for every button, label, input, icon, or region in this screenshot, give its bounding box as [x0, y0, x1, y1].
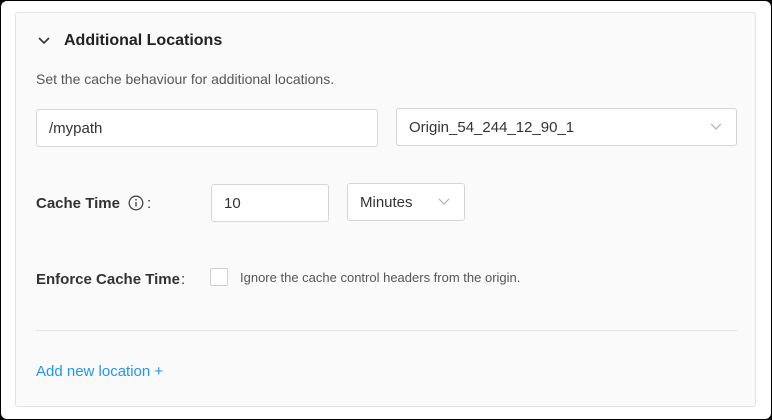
enforce-cache-time-colon: :: [180, 270, 186, 288]
cache-time-unit-value: Minutes: [360, 193, 413, 211]
divider: [36, 330, 737, 331]
section-title: Additional Locations: [64, 32, 223, 49]
cache-time-unit-select[interactable]: Minutes: [347, 183, 465, 221]
enforce-cache-time-label: Enforce Cache Time :: [36, 268, 185, 290]
enforce-cache-time-label-text: Enforce Cache Time: [36, 270, 180, 288]
chevron-down-icon: [438, 198, 450, 206]
cache-time-input[interactable]: 10: [211, 184, 329, 222]
additional-locations-panel: Additional Locations Set the cache behav…: [15, 12, 756, 407]
cache-time-label: Cache Time :: [36, 192, 151, 214]
cache-time-label-text: Cache Time: [36, 194, 120, 212]
origin-select[interactable]: Origin_54_244_12_90_1: [396, 108, 737, 146]
info-circle-icon[interactable]: [128, 195, 144, 211]
origin-select-value: Origin_54_244_12_90_1: [409, 118, 575, 136]
location-path-value: /mypath: [49, 119, 103, 137]
section-description: Set the cache behaviour for additional l…: [36, 71, 335, 87]
chevron-down-icon: [710, 123, 722, 131]
cache-time-value: 10: [224, 194, 241, 212]
enforce-cache-time-checkbox[interactable]: [210, 268, 228, 286]
cache-time-colon: :: [146, 194, 152, 212]
add-new-location-link[interactable]: Add new location +: [36, 363, 163, 380]
chevron-down-icon[interactable]: [36, 33, 52, 49]
location-path-input[interactable]: /mypath: [36, 109, 378, 147]
enforce-cache-time-checkbox-label[interactable]: Ignore the cache control headers from th…: [240, 270, 520, 285]
section-header[interactable]: Additional Locations: [36, 29, 222, 53]
window-frame: Additional Locations Set the cache behav…: [1, 1, 771, 419]
